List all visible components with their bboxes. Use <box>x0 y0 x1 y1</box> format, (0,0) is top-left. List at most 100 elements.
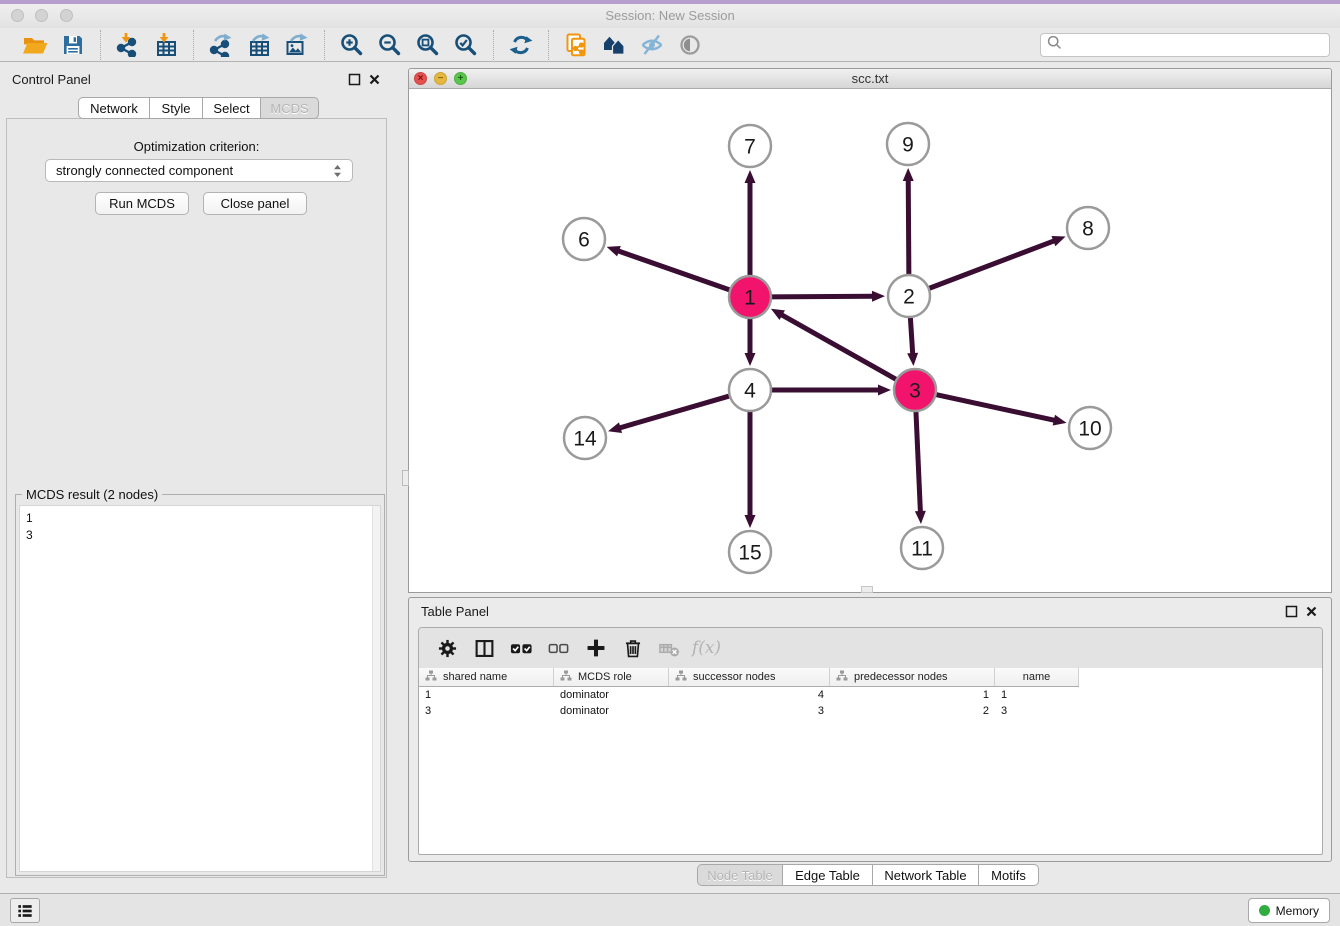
deselect-all-icon[interactable] <box>540 633 577 663</box>
edge-1-2[interactable] <box>769 296 874 297</box>
table-cell[interactable]: dominator <box>554 687 669 703</box>
table-cell[interactable]: 3 <box>995 703 1079 719</box>
app-maximize-button[interactable] <box>60 9 73 22</box>
column-label: name <box>1023 671 1051 683</box>
edge-2-9[interactable] <box>908 179 909 277</box>
table-panel-float-icon[interactable] <box>1283 603 1299 619</box>
tab-node-table[interactable]: Node Table <box>697 864 783 886</box>
tab-mcds[interactable]: MCDS <box>261 97 319 119</box>
table-cell[interactable]: 1 <box>419 687 554 703</box>
network-minimize-icon[interactable]: − <box>434 72 447 85</box>
save-session-icon[interactable] <box>54 30 92 60</box>
import-network-icon[interactable] <box>109 30 147 60</box>
zoom-selected-icon[interactable] <box>447 30 485 60</box>
tab-network-table[interactable]: Network Table <box>873 864 979 886</box>
table-cell[interactable]: 1 <box>830 687 995 703</box>
table-panel: Table Panel f(x) shared nameMCDS rolesuc… <box>408 597 1332 862</box>
edge-arrow-4-15 <box>745 515 756 528</box>
network-close-icon[interactable]: × <box>414 72 427 85</box>
edge-arrow-1-7 <box>745 170 756 183</box>
tab-select[interactable]: Select <box>203 97 261 119</box>
result-scrollbar[interactable] <box>372 506 380 871</box>
table-panel-title: Table Panel <box>421 604 489 619</box>
delete-table-icon <box>651 633 688 663</box>
edge-4-14[interactable] <box>619 395 732 428</box>
edge-3-11[interactable] <box>916 409 921 513</box>
toolbar-group <box>193 30 324 60</box>
node-label-11: 11 <box>911 538 933 561</box>
export-network-icon[interactable] <box>202 30 240 60</box>
edge-2-3[interactable] <box>910 315 913 355</box>
network-window-titlebar[interactable]: × − + scc.txt <box>409 69 1331 89</box>
zoom-out-icon[interactable] <box>371 30 409 60</box>
column-header-successor-nodes[interactable]: successor nodes <box>669 668 830 686</box>
edge-3-10[interactable] <box>934 394 1056 421</box>
hide-graphics-details-icon[interactable] <box>633 30 671 60</box>
table-cell[interactable]: dominator <box>554 703 669 719</box>
tab-edge-table[interactable]: Edge Table <box>783 864 873 886</box>
control-panel: Control Panel NetworkStyleSelectMCDS Opt… <box>0 66 394 878</box>
edge-1-6[interactable] <box>617 251 732 291</box>
table-row[interactable]: 3dominator323 <box>419 703 1079 719</box>
network-overview-icon[interactable] <box>595 30 633 60</box>
table-row[interactable]: 1dominator411 <box>419 687 1079 703</box>
edge-2-8[interactable] <box>927 240 1056 289</box>
table-cell[interactable]: 2 <box>830 703 995 719</box>
edge-3-1[interactable] <box>780 314 898 380</box>
panel-splitter-handle[interactable] <box>402 470 409 486</box>
edge-arrow-2-9 <box>903 168 914 181</box>
split-view-icon[interactable] <box>466 633 503 663</box>
duplicate-network-icon[interactable] <box>557 30 595 60</box>
mcds-result-group: MCDS result (2 nodes) 1 3 <box>15 494 385 876</box>
toolbar-group <box>100 30 193 60</box>
select-all-icon[interactable] <box>503 633 540 663</box>
apply-layout-icon[interactable] <box>502 30 540 60</box>
zoom-in-icon[interactable] <box>333 30 371 60</box>
search-input[interactable] <box>1066 38 1323 52</box>
edge-arrow-3-11 <box>915 511 926 524</box>
export-image-icon[interactable] <box>278 30 316 60</box>
run-mcds-button[interactable]: Run MCDS <box>95 192 189 215</box>
import-table-icon[interactable] <box>147 30 185 60</box>
edge-arrow-2-3 <box>907 353 918 366</box>
column-label: predecessor nodes <box>854 671 948 683</box>
table-cell[interactable]: 3 <box>669 703 830 719</box>
table-header-row: shared nameMCDS rolesuccessor nodes prede… <box>419 668 1079 687</box>
open-session-icon[interactable] <box>16 30 54 60</box>
network-canvas[interactable]: 7968124314101511 <box>409 89 1331 592</box>
edge-arrow-1-4 <box>745 353 756 366</box>
export-table-icon[interactable] <box>240 30 278 60</box>
memory-button[interactable]: Memory <box>1248 898 1330 923</box>
task-history-button[interactable] <box>10 898 40 923</box>
delete-row-icon[interactable] <box>614 633 651 663</box>
table-toolbar: f(x) <box>419 628 1322 668</box>
optimization-criterion-label: Optimization criterion: <box>7 139 386 154</box>
node-table-card: f(x) shared nameMCDS rolesuccessor nodes… <box>418 627 1323 855</box>
app-minimize-button[interactable] <box>35 9 48 22</box>
panel-splitter-handle[interactable] <box>861 586 873 593</box>
app-title: Session: New Session <box>0 4 1340 28</box>
add-row-icon[interactable] <box>577 633 614 663</box>
main-toolbar <box>0 28 1340 62</box>
control-panel-close-icon[interactable] <box>366 71 382 87</box>
tab-network[interactable]: Network <box>78 97 150 119</box>
search-box[interactable] <box>1040 33 1330 57</box>
close-panel-button[interactable]: Close panel <box>203 192 307 215</box>
mcds-result-area[interactable]: 1 3 <box>19 505 381 872</box>
table-panel-close-icon[interactable] <box>1303 603 1319 619</box>
column-settings-icon[interactable] <box>429 633 466 663</box>
column-header-shared-name[interactable]: shared name <box>419 668 554 686</box>
network-maximize-icon[interactable]: + <box>454 72 467 85</box>
tab-style[interactable]: Style <box>150 97 203 119</box>
column-header-name[interactable]: name <box>995 668 1079 686</box>
column-header-predecessor-nodes[interactable]: predecessor nodes <box>830 668 995 686</box>
control-panel-float-icon[interactable] <box>346 71 362 87</box>
table-cell[interactable]: 3 <box>419 703 554 719</box>
criterion-select[interactable]: strongly connected component <box>45 159 353 182</box>
table-cell[interactable]: 4 <box>669 687 830 703</box>
tab-motifs[interactable]: Motifs <box>979 864 1039 886</box>
app-close-button[interactable] <box>11 9 24 22</box>
zoom-fit-icon[interactable] <box>409 30 447 60</box>
table-cell[interactable]: 1 <box>995 687 1079 703</box>
column-header-MCDS-role[interactable]: MCDS role <box>554 668 669 686</box>
